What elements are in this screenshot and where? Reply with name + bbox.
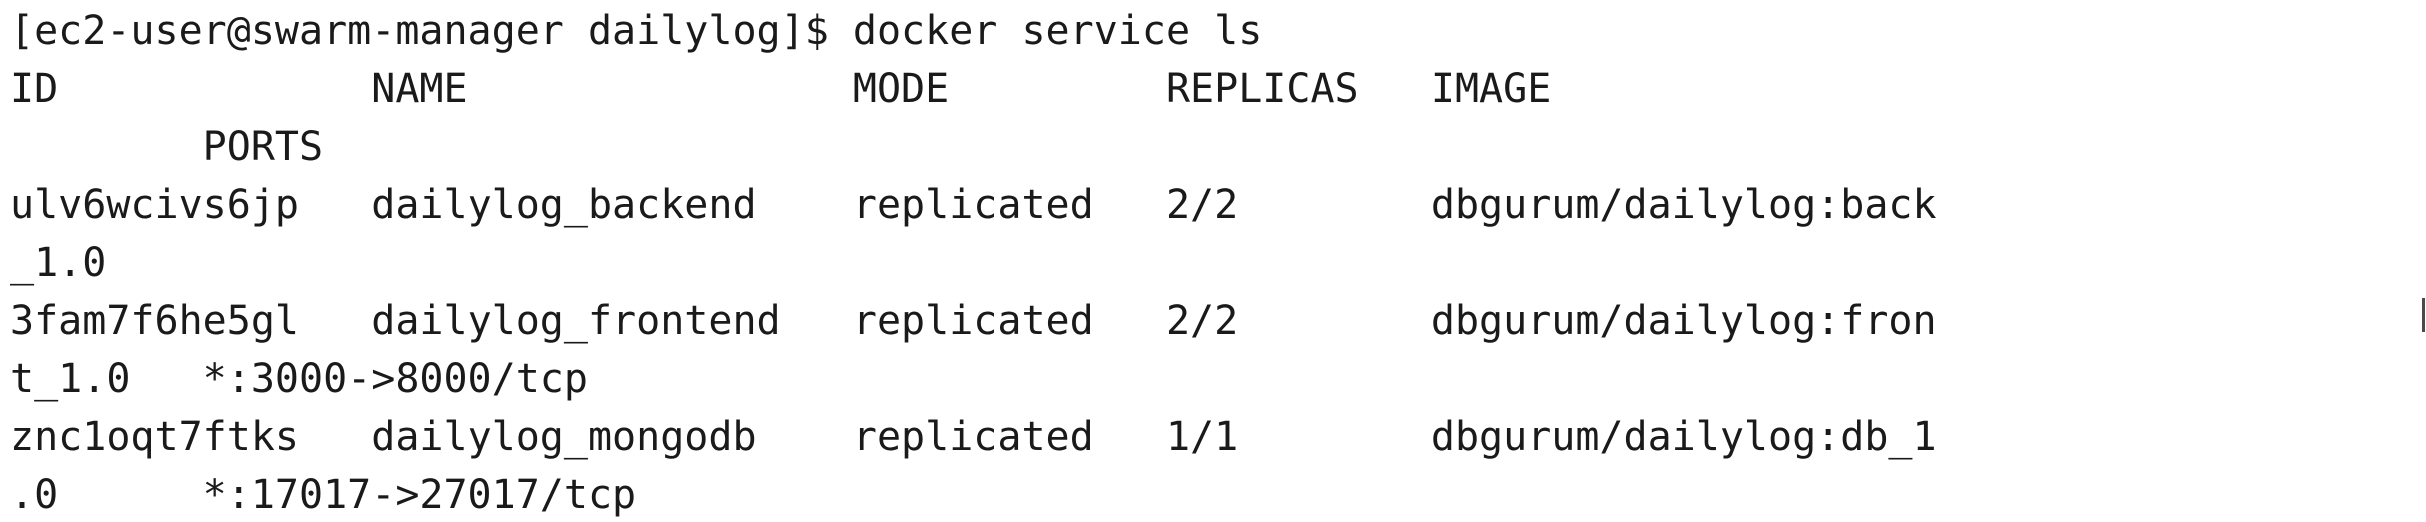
cell-image-wrap: _1.0 bbox=[10, 240, 203, 286]
cell-mode: replicated bbox=[852, 414, 1166, 460]
cell-name: dailylog_frontend bbox=[371, 298, 853, 344]
table-header-line: ID NAME MODE REPLICAS IMAGE bbox=[10, 60, 2426, 118]
cell-mode: replicated bbox=[852, 298, 1166, 344]
table-row: ulv6wcivs6jp dailylog_backend replicated… bbox=[10, 176, 2426, 234]
header-mode: MODE bbox=[852, 66, 1166, 112]
cell-id: znc1oqt7ftks bbox=[10, 414, 372, 460]
cell-name: dailylog_backend bbox=[371, 182, 853, 228]
table-row-wrap: _1.0 bbox=[10, 234, 2426, 292]
scroll-indicator bbox=[2422, 298, 2425, 332]
cell-image-wrap: t_1.0 bbox=[10, 356, 203, 402]
cell-ports: *:3000->8000/tcp bbox=[202, 356, 588, 402]
shell-prompt: [ec2-user@swarm-manager dailylog]$ bbox=[10, 8, 853, 54]
cell-id: 3fam7f6he5gl bbox=[10, 298, 372, 344]
prompt-line: [ec2-user@swarm-manager dailylog]$ docke… bbox=[10, 2, 2426, 60]
cell-mode: replicated bbox=[852, 182, 1166, 228]
cell-replicas: 2/2 bbox=[1165, 298, 1431, 344]
cell-replicas: 1/1 bbox=[1165, 414, 1431, 460]
cell-image: dbgurum/dailylog:fron bbox=[1430, 298, 1937, 344]
table-row-wrap: t_1.0 *:3000->8000/tcp bbox=[10, 350, 2426, 408]
cell-id: ulv6wcivs6jp bbox=[10, 182, 372, 228]
header-replicas: REPLICAS bbox=[1165, 66, 1431, 112]
header-name: NAME bbox=[371, 66, 853, 112]
command-text: docker service ls bbox=[852, 8, 1263, 54]
header-image: IMAGE bbox=[1430, 66, 1552, 112]
cell-image: dbgurum/dailylog:back bbox=[1430, 182, 1937, 228]
cell-name: dailylog_mongodb bbox=[371, 414, 853, 460]
table-row-wrap: .0 *:17017->27017/tcp bbox=[10, 466, 2426, 522]
table-header-wrap-line: PORTS bbox=[10, 118, 2426, 176]
cell-image-wrap: .0 bbox=[10, 472, 203, 518]
table-row: 3fam7f6he5gl dailylog_frontend replicate… bbox=[10, 292, 2426, 350]
cell-image: dbgurum/dailylog:db_1 bbox=[1430, 414, 1937, 460]
table-row: znc1oqt7ftks dailylog_mongodb replicated… bbox=[10, 408, 2426, 466]
terminal-window[interactable]: [ec2-user@swarm-manager dailylog]$ docke… bbox=[0, 0, 2426, 522]
cell-replicas: 2/2 bbox=[1165, 182, 1431, 228]
cell-ports: *:17017->27017/tcp bbox=[202, 472, 637, 518]
header-ports: PORTS bbox=[10, 124, 324, 170]
header-id: ID bbox=[10, 66, 372, 112]
